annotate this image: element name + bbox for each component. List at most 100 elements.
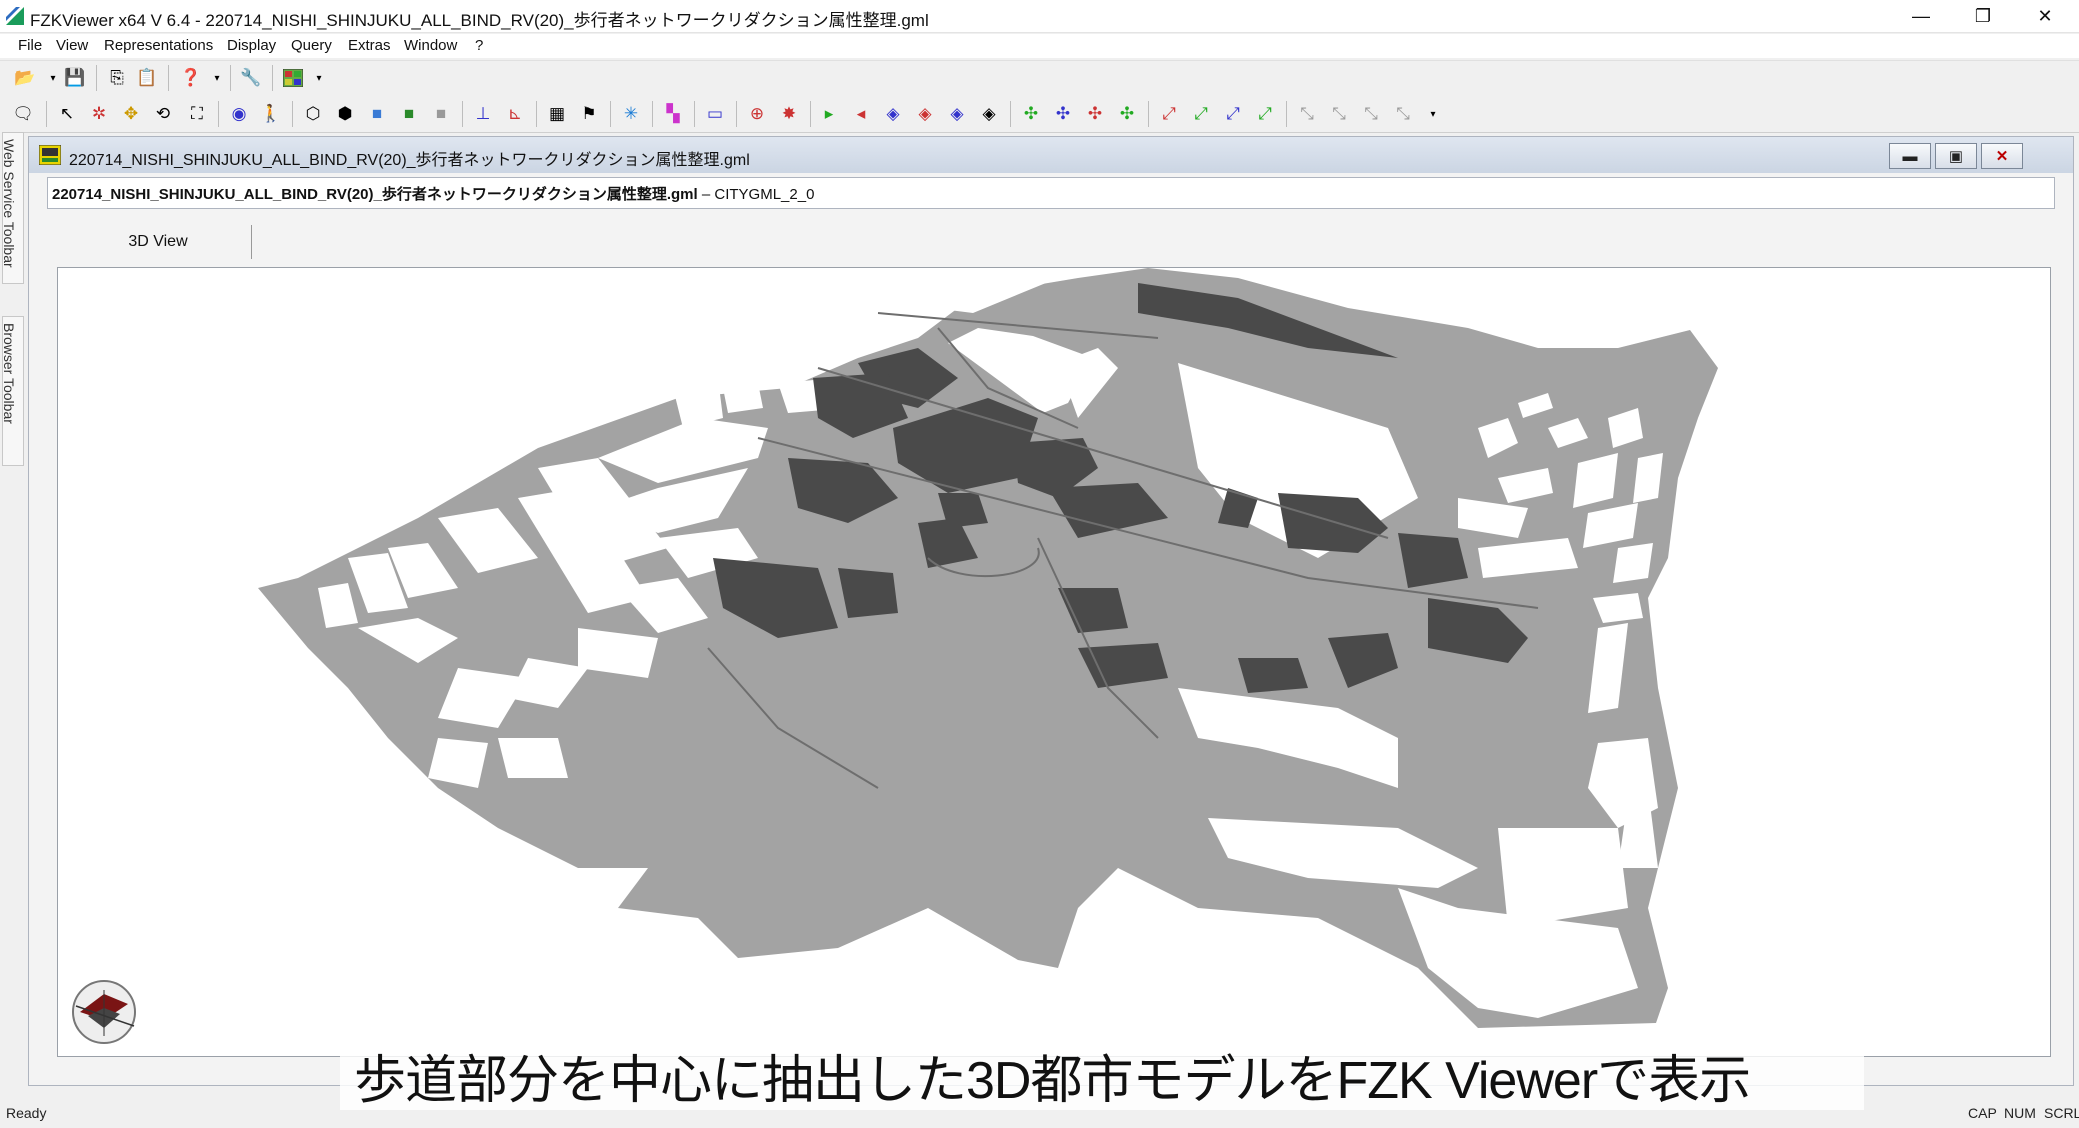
minimize-button[interactable]: — [1890, 0, 1952, 32]
tools-icon[interactable]: 🔧 [238, 65, 264, 91]
separator [96, 65, 97, 91]
iso-view-1-icon[interactable]: ✣ [1018, 101, 1044, 127]
fit-view-2-icon[interactable]: ⤢ [1188, 101, 1214, 127]
view-top-icon[interactable]: ◈ [944, 101, 970, 127]
menu-file[interactable]: File [18, 37, 42, 54]
walk-icon[interactable]: 🚶 [258, 101, 284, 127]
transparent-box-icon[interactable]: ■ [428, 101, 454, 127]
child-minimize-button[interactable]: ▬ [1889, 143, 1931, 169]
window-title: FZKViewer x64 V 6.4 - 220714_NISHI_SHINJ… [30, 11, 929, 30]
grid-dropdown-icon[interactable]: ▾ [306, 65, 332, 91]
shaded-box-icon[interactable]: ■ [364, 101, 390, 127]
menu-display[interactable]: Display [227, 37, 276, 54]
menu-representations[interactable]: Representations [104, 37, 213, 54]
city-document-icon [39, 145, 61, 165]
select-cursor-icon[interactable]: ↖ [54, 101, 80, 127]
ruler-icon[interactable]: ▭ [702, 101, 728, 127]
wireframe-box-icon[interactable]: ⬡ [300, 101, 326, 127]
view-front-icon[interactable]: ▸ [816, 101, 842, 127]
block-void [498, 738, 568, 778]
document-title: 220714_NISHI_SHINJUKU_ALL_BIND_RV(20)_歩行… [69, 152, 750, 169]
menu-extras[interactable]: Extras [348, 37, 391, 54]
paste-icon[interactable]: 📋 [134, 65, 160, 91]
open-folder-icon[interactable]: 📂 [12, 65, 38, 91]
model-view-icon[interactable]: 🗨 [10, 101, 36, 127]
copy-icon[interactable]: ⎘ [104, 65, 130, 91]
child-close-button[interactable]: ✕ [1981, 143, 2023, 169]
building-cluster [1238, 658, 1308, 693]
light-icon[interactable]: ✳ [618, 101, 644, 127]
separator [168, 65, 169, 91]
fly-icon[interactable]: ◉ [226, 101, 252, 127]
menu-help[interactable]: ? [475, 37, 483, 54]
grid-icon[interactable]: ▦ [544, 101, 570, 127]
iso-view-2-icon[interactable]: ✣ [1050, 101, 1076, 127]
menu-query[interactable]: Query [291, 37, 332, 54]
tab-3d-view[interactable]: 3D View [65, 225, 252, 259]
block-void [1613, 543, 1653, 583]
axes-icon[interactable]: ⊥ [470, 101, 496, 127]
child-restore-button[interactable]: ▣ [1935, 143, 1977, 169]
menu-view[interactable]: View [56, 37, 88, 54]
pan-icon[interactable]: ✥ [118, 101, 144, 127]
view-back-icon[interactable]: ◂ [848, 101, 874, 127]
building-cluster [1398, 533, 1468, 588]
separator [536, 101, 537, 127]
fit-view-3-icon[interactable]: ⤢ [1220, 101, 1246, 127]
separator [218, 101, 219, 127]
help-dropdown-icon[interactable]: ▾ [204, 65, 230, 91]
standard-toolbar: 📂 ▾ 💾 ⎘ 📋 ❓ ▾ 🔧 ▾ [0, 60, 2079, 95]
separator [272, 65, 273, 91]
disabled-view-1-icon[interactable]: ⤡ [1294, 101, 1320, 127]
grid-color-graphic [283, 69, 303, 87]
file-name: 220714_NISHI_SHINJUKU_ALL_BIND_RV(20)_歩行… [52, 186, 698, 203]
separator [462, 101, 463, 127]
document-title-bar: 220714_NISHI_SHINJUKU_ALL_BIND_RV(20)_歩行… [29, 137, 2073, 173]
web-service-toolbar-label: Web Service Toolbar [1, 139, 17, 268]
web-service-toolbar-tab[interactable]: Web Service Toolbar [1, 132, 24, 284]
separator [652, 101, 653, 127]
view-right-icon[interactable]: ◈ [912, 101, 938, 127]
axes-alt-icon[interactable]: ⊾ [502, 101, 528, 127]
separator [1148, 101, 1149, 127]
disabled-view-4-icon[interactable]: ⤡ [1390, 101, 1416, 127]
explode-icon[interactable]: ✸ [776, 101, 802, 127]
separator [736, 101, 737, 127]
target-icon[interactable]: ⊕ [744, 101, 770, 127]
left-dock-tabs: Web Service Toolbar Browser Toolbar [0, 132, 24, 1100]
view-bottom-icon[interactable]: ◈ [976, 101, 1002, 127]
orbit-icon[interactable]: ⟲ [150, 101, 176, 127]
save-icon[interactable]: 💾 [62, 65, 88, 91]
status-scrl: SCRL [2044, 1105, 2079, 1121]
title-bar: FZKViewer x64 V 6.4 - 220714_NISHI_SHINJ… [0, 0, 2079, 33]
status-cap: CAP [1968, 1105, 1997, 1121]
shaded-edges-icon[interactable]: ■ [396, 101, 422, 127]
disabled-view-3-icon[interactable]: ⤡ [1358, 101, 1384, 127]
menu-window[interactable]: Window [404, 37, 457, 54]
zoom-extent-icon[interactable]: ⛶ [184, 101, 210, 127]
hidden-line-box-icon[interactable]: ⬢ [332, 101, 358, 127]
browser-toolbar-tab[interactable]: Browser Toolbar [1, 316, 24, 466]
rotate-icon[interactable]: ✲ [86, 101, 112, 127]
flag-icon[interactable]: ⚑ [576, 101, 602, 127]
close-button[interactable]: ✕ [2014, 0, 2076, 32]
help-icon[interactable]: ❓ [178, 65, 204, 91]
separator [1010, 101, 1011, 127]
iso-view-4-icon[interactable]: ✣ [1114, 101, 1140, 127]
3d-viewport[interactable] [57, 267, 2051, 1057]
file-info: 220714_NISHI_SHINJUKU_ALL_BIND_RV(20)_歩行… [52, 183, 814, 204]
file-info-bar: 220714_NISHI_SHINJUKU_ALL_BIND_RV(20)_歩行… [47, 177, 2055, 209]
disabled-view-2-icon[interactable]: ⤡ [1326, 101, 1352, 127]
view-left-icon[interactable]: ◈ [880, 101, 906, 127]
document-window: 220714_NISHI_SHINJUKU_ALL_BIND_RV(20)_歩行… [28, 136, 2074, 1086]
fit-view-4-icon[interactable]: ⤢ [1252, 101, 1278, 127]
fit-view-1-icon[interactable]: ⤢ [1156, 101, 1182, 127]
grid-color-icon[interactable] [280, 65, 306, 91]
fzk-app-icon [6, 7, 24, 25]
color-palette-icon[interactable]: ▚ [660, 101, 686, 127]
separator [610, 101, 611, 127]
restore-button[interactable]: ❐ [1952, 0, 2014, 32]
building-cluster [838, 568, 898, 618]
toolbar-overflow-icon[interactable]: ▾ [1420, 101, 1446, 127]
iso-view-3-icon[interactable]: ✣ [1082, 101, 1108, 127]
